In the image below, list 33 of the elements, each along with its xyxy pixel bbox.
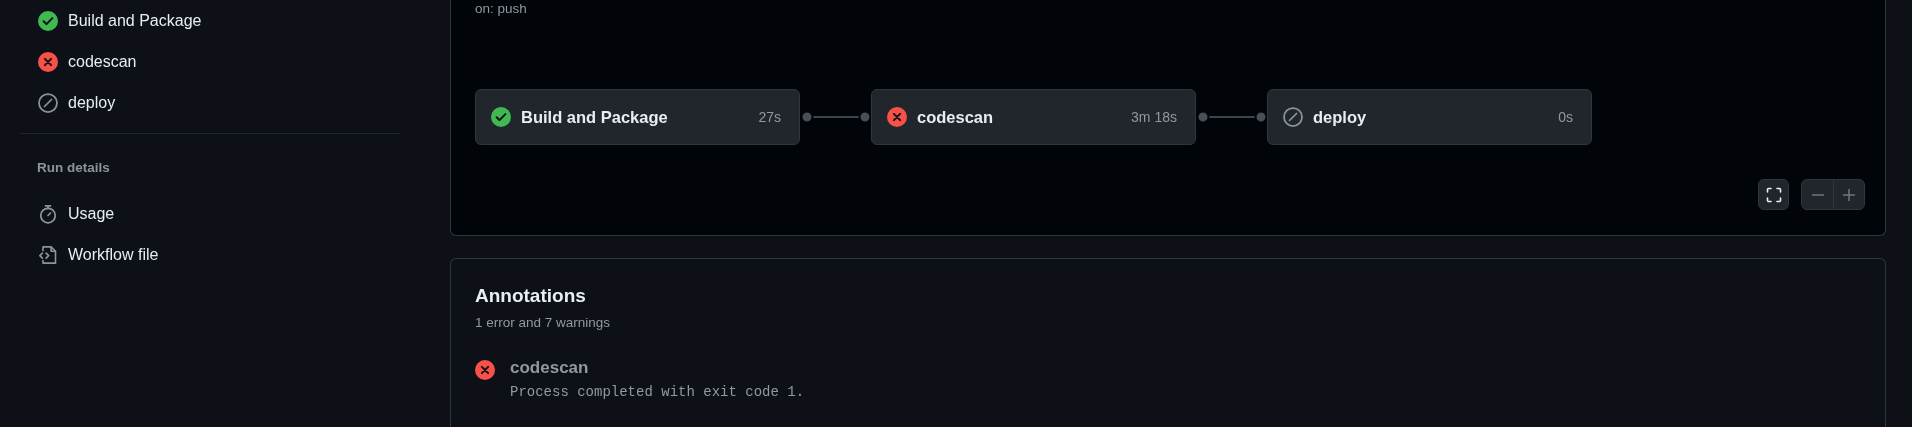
annotations-summary: 1 error and 7 warnings	[475, 315, 612, 330]
stopwatch-icon	[38, 204, 58, 224]
job-node[interactable]: codescan 3m 18s	[871, 89, 1196, 145]
skipped-slash-icon	[38, 93, 58, 113]
job-name: deploy	[1313, 107, 1368, 127]
fullscreen-icon	[1765, 186, 1782, 203]
success-check-icon	[38, 11, 58, 31]
annotation-title: codescan	[510, 358, 590, 378]
trigger-text: on: push	[475, 1, 528, 16]
job-link[interactable]: Build and Package	[20, 8, 202, 34]
job-duration: 27s	[758, 109, 781, 125]
job-node[interactable]: deploy 0s	[1267, 89, 1592, 145]
detail-link[interactable]: Usage	[20, 201, 115, 227]
fullscreen-button[interactable]	[1758, 179, 1789, 210]
failure-x-icon	[475, 360, 495, 380]
minus-icon	[1811, 193, 1824, 196]
annotation-message: Process completed with exit code 1.	[510, 384, 805, 400]
detail-link[interactable]: Workflow file	[20, 242, 159, 268]
job-link[interactable]: deploy	[20, 90, 116, 116]
failure-x-icon	[887, 107, 907, 127]
job-duration: 0s	[1558, 109, 1573, 125]
job-name: Build and Package	[521, 107, 669, 127]
annotations-title: Annotations	[475, 285, 587, 307]
failure-x-icon	[38, 52, 58, 72]
section-title: Run details	[36, 160, 111, 175]
job-duration: 3m 18s	[1131, 109, 1177, 125]
code-file-icon	[38, 245, 58, 265]
plus-icon	[1843, 188, 1855, 201]
job-node[interactable]: Build and Package 27s	[475, 89, 800, 145]
job-name: codescan	[917, 107, 995, 127]
skipped-slash-icon	[1283, 107, 1303, 127]
success-check-icon	[491, 107, 511, 127]
job-link[interactable]: codescan	[20, 49, 137, 75]
